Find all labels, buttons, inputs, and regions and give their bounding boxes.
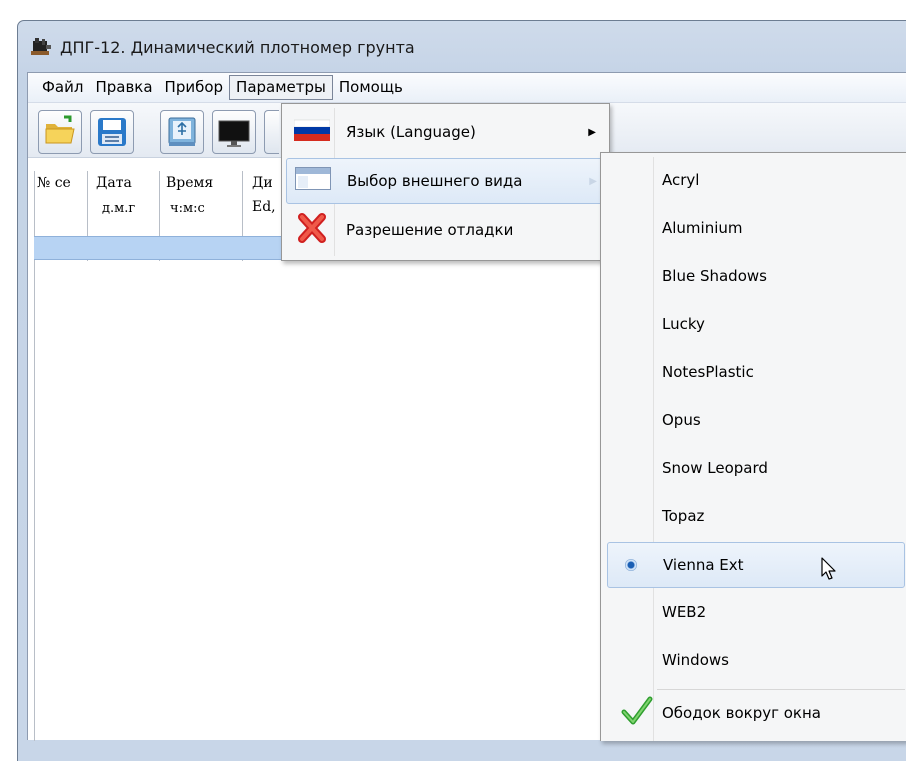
menu-separator <box>657 689 905 690</box>
column-header-number[interactable]: № се <box>37 175 71 191</box>
skin-aluminium[interactable]: Aluminium <box>607 206 903 250</box>
menu-device[interactable]: Прибор <box>159 75 230 100</box>
skin-blue-shadows[interactable]: Blue Shadows <box>607 254 903 298</box>
skin-windows[interactable]: Windows <box>607 638 903 682</box>
skin-opus[interactable]: Opus <box>607 398 903 442</box>
monitor-button[interactable] <box>212 110 256 154</box>
save-disk-icon <box>98 118 126 146</box>
column-header-time[interactable]: Время <box>166 175 213 191</box>
menu-item-appearance[interactable]: Выбор внешнего вида ▶ <box>286 158 606 204</box>
column-subheader-time: ч:м:с <box>170 201 205 216</box>
skin-label: Windows <box>662 651 729 669</box>
menu-item-debug[interactable]: Разрешение отладки <box>286 208 604 252</box>
submenu-arrow-icon: ▶ <box>588 126 596 138</box>
title-bar[interactable]: ДПГ-12. Динамический плотномер грунта <box>30 32 415 62</box>
folder-open-icon <box>45 115 75 144</box>
monitor-icon <box>218 120 250 147</box>
device-button[interactable] <box>160 110 204 154</box>
menu-bar: Файл Правка Прибор Параметры Помощь <box>28 73 906 103</box>
mouse-cursor-icon <box>820 557 840 587</box>
save-button[interactable] <box>90 110 134 154</box>
skin-label: Lucky <box>662 315 705 333</box>
skin-label: Vienna Ext <box>663 556 744 574</box>
menu-parameters[interactable]: Параметры <box>229 75 333 100</box>
russian-flag-icon <box>293 118 331 146</box>
skin-label: Aluminium <box>662 219 743 237</box>
toggle-label: Ободок вокруг окна <box>662 704 821 722</box>
radio-selected-icon <box>625 559 637 571</box>
window-appearance-icon <box>295 166 331 196</box>
menu-edit[interactable]: Правка <box>89 75 158 100</box>
skin-label: WEB2 <box>662 603 707 621</box>
skin-lucky[interactable]: Lucky <box>607 302 903 346</box>
column-subheader-dynamic: Ed, <box>252 199 276 215</box>
red-cross-icon <box>294 212 330 248</box>
menu-item-label: Язык (Language) <box>346 123 476 141</box>
app-logo-icon <box>30 37 52 57</box>
column-header-dynamic[interactable]: Ди <box>252 175 273 191</box>
skin-label: Opus <box>662 411 701 429</box>
submenu-arrow-icon: ▶ <box>589 175 597 187</box>
toolbar-button-partial[interactable] <box>264 110 279 154</box>
column-header-date[interactable]: Дата <box>96 175 132 191</box>
skin-snow-leopard[interactable]: Snow Leopard <box>607 446 903 490</box>
appearance-submenu: Acryl Aluminium Blue Shadows Lucky Notes… <box>600 152 906 741</box>
skin-label: Topaz <box>662 507 705 525</box>
window-title: ДПГ-12. Динамический плотномер грунта <box>60 37 415 57</box>
skin-label: Acryl <box>662 171 700 189</box>
window-border-toggle[interactable]: Ободок вокруг окна <box>607 691 903 735</box>
menu-help[interactable]: Помощь <box>333 75 409 100</box>
parameters-menu: Язык (Language) ▶ Выбор внешнего вида ▶ … <box>281 103 610 261</box>
skin-vienna-ext[interactable]: Vienna Ext <box>607 542 905 588</box>
usb-device-icon <box>168 117 196 146</box>
skin-topaz[interactable]: Topaz <box>607 494 903 538</box>
menu-file[interactable]: Файл <box>36 75 89 100</box>
column-subheader-date: д.м.г <box>102 201 136 216</box>
skin-label: Blue Shadows <box>662 267 767 285</box>
skin-web2[interactable]: WEB2 <box>607 590 903 634</box>
checkmark-icon <box>621 696 653 730</box>
skin-label: Snow Leopard <box>662 459 768 477</box>
menu-item-language[interactable]: Язык (Language) ▶ <box>286 110 604 154</box>
menu-item-label: Выбор внешнего вида <box>347 172 523 190</box>
skin-label: NotesPlastic <box>662 363 754 381</box>
menu-item-label: Разрешение отладки <box>346 221 514 239</box>
skin-notesplastic[interactable]: NotesPlastic <box>607 350 903 394</box>
skin-acryl[interactable]: Acryl <box>607 158 903 202</box>
open-button[interactable] <box>38 110 82 154</box>
